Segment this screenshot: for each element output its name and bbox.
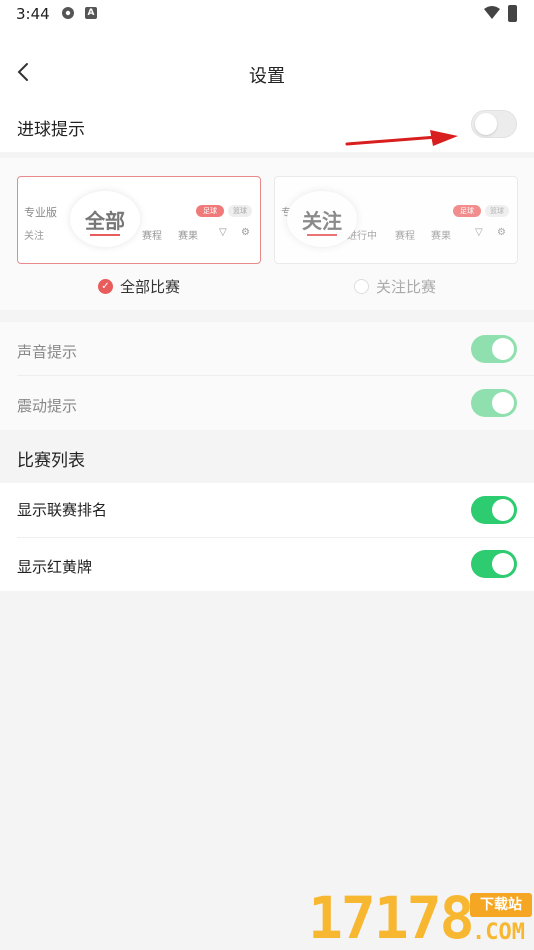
toggle-knob <box>492 553 514 575</box>
sound-alert-toggle[interactable] <box>471 335 517 363</box>
toggle-knob <box>492 338 514 360</box>
preview-title: 专业版 <box>24 206 57 219</box>
show-cards-label: 显示红黄牌 <box>17 558 93 576</box>
bubble-underline <box>307 234 337 236</box>
preview-badge-main: 足球 <box>196 205 224 217</box>
watermark-tag: 下载站 <box>470 893 532 917</box>
all-matches-card[interactable]: 专业版 足球 篮球 关注 赛程 赛果 ▽ ⚙ 全部 <box>17 176 261 264</box>
bubble-underline <box>90 234 120 236</box>
status-bar: 3:44 A <box>0 0 534 30</box>
filter-icon: ▽ <box>219 227 227 238</box>
app-notification-icon <box>62 7 74 19</box>
show-rank-label: 显示联赛排名 <box>17 501 108 519</box>
row-divider <box>17 537 534 538</box>
preview-tab: 关注 <box>24 231 44 242</box>
alert-scope-section: 专业版 足球 篮球 关注 赛程 赛果 ▽ ⚙ 全部 专业版 足球 篮球 进行中 … <box>0 158 534 310</box>
watermark-suffix: .COM <box>472 920 525 945</box>
show-rank-toggle[interactable] <box>471 496 517 524</box>
filter-icon: ▽ <box>475 227 483 238</box>
preview-badge-secondary: 篮球 <box>228 205 252 217</box>
wifi-icon <box>484 6 500 19</box>
settings-gear-icon: ⚙ <box>497 227 506 238</box>
sound-alert-label: 声音提示 <box>17 343 78 361</box>
show-cards-toggle[interactable] <box>471 550 517 578</box>
row-divider <box>17 375 534 376</box>
goal-alert-label: 进球提示 <box>17 120 85 140</box>
radio-unchecked-icon <box>354 279 369 294</box>
bubble-label: 全部 <box>85 209 125 233</box>
all-matches-label: 全部比赛 <box>120 278 181 296</box>
settings-gear-icon: ⚙ <box>241 227 250 238</box>
radio-checked-icon: ✓ <box>98 279 113 294</box>
toggle-knob <box>492 499 514 521</box>
preview-badge-main: 足球 <box>453 205 481 217</box>
vibrate-alert-toggle[interactable] <box>471 389 517 417</box>
annotation-red-arrow <box>345 130 458 146</box>
preview-badge-secondary: 篮球 <box>485 205 509 217</box>
preview-tab: 赛果 <box>431 231 451 242</box>
page-title: 设置 <box>249 66 285 87</box>
match-list-settings: 显示联赛排名 显示红黄牌 <box>0 483 534 591</box>
sound-vibrate-section: 声音提示 震动提示 <box>0 322 534 430</box>
followed-matches-card[interactable]: 专业版 足球 篮球 进行中 赛程 赛果 ▽ ⚙ 关注 <box>274 176 518 264</box>
preview-tab: 赛果 <box>178 231 198 242</box>
status-time: 3:44 <box>16 5 50 23</box>
followed-matches-label: 关注比赛 <box>376 278 437 296</box>
goal-alert-toggle[interactable] <box>471 110 517 138</box>
watermark-digits: 17178 <box>308 884 475 950</box>
bubble-label: 关注 <box>302 209 342 233</box>
match-list-section-title: 比赛列表 <box>17 451 85 471</box>
preview-tab: 赛程 <box>395 231 415 242</box>
vibrate-alert-label: 震动提示 <box>17 397 78 415</box>
site-watermark: 17178 下载站 .COM <box>308 887 534 950</box>
battery-icon <box>508 5 517 22</box>
keyboard-notification-icon: A <box>85 7 97 19</box>
toggle-knob <box>475 113 497 135</box>
toggle-knob <box>492 392 514 414</box>
